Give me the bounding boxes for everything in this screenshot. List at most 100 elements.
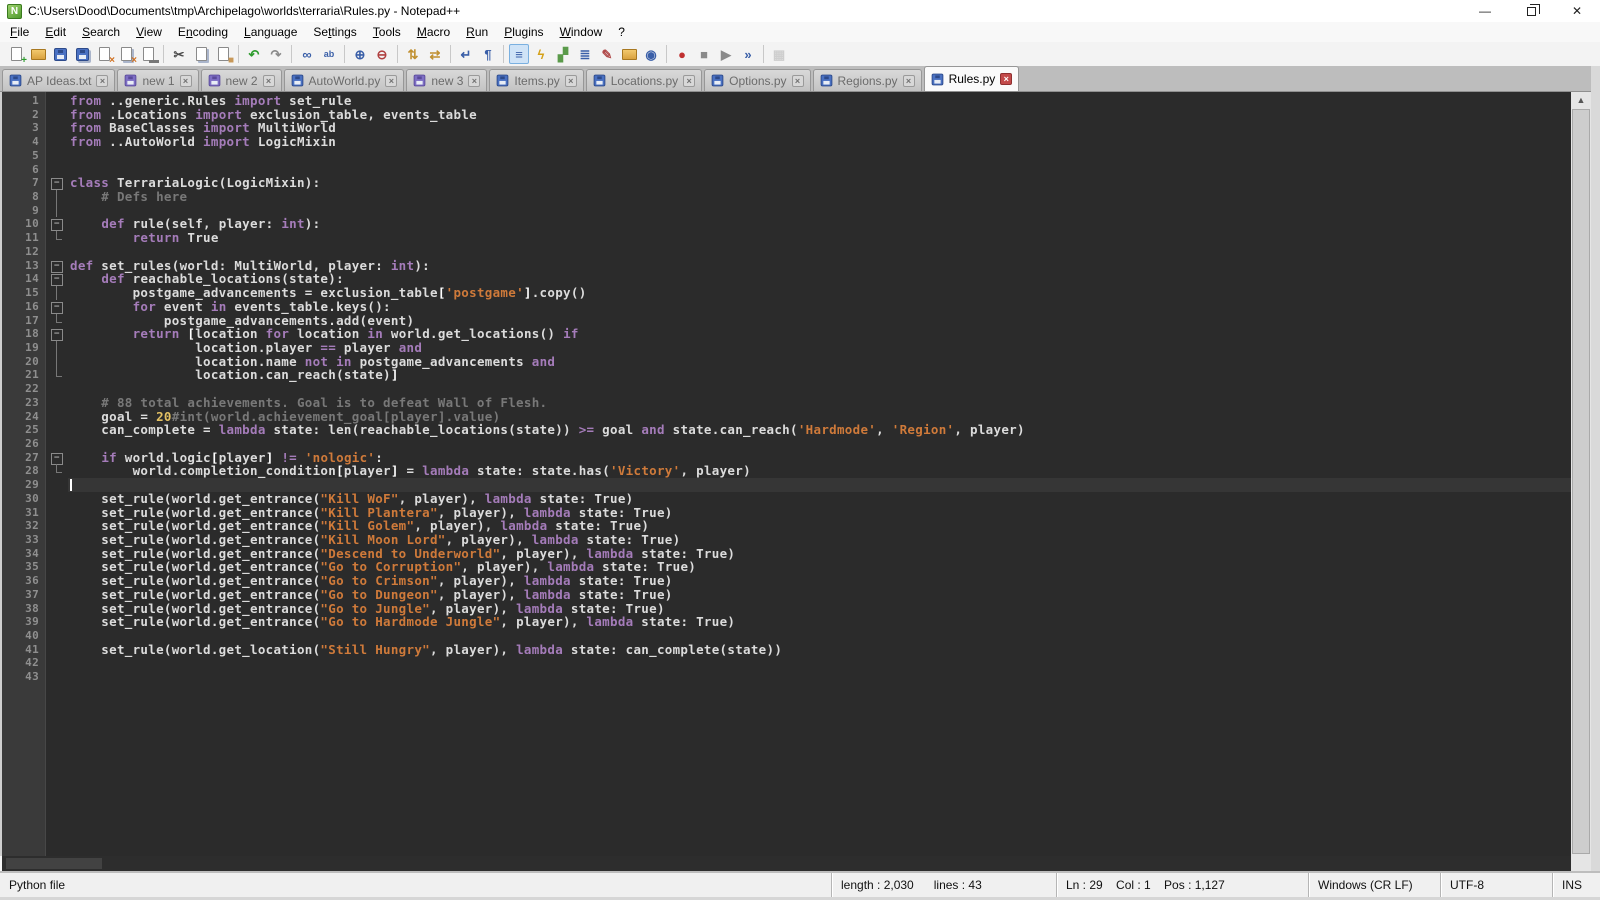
line-number[interactable]: 13 <box>2 259 46 273</box>
restore-button[interactable] <box>1508 0 1554 22</box>
tab-close-icon[interactable]: × <box>903 75 915 87</box>
line-number[interactable]: 22 <box>2 382 46 396</box>
line-number[interactable]: 9 <box>2 204 46 218</box>
line-number[interactable]: 2 <box>2 108 46 122</box>
line-number[interactable]: 28 <box>2 464 46 478</box>
replace-icon[interactable]: ab <box>319 44 339 64</box>
playback-macro-icon[interactable]: ▶ <box>716 44 736 64</box>
line-number[interactable]: 16 <box>2 300 46 314</box>
line-number[interactable]: 11 <box>2 231 46 245</box>
menu-edit[interactable]: Edit <box>37 23 74 41</box>
undo-icon[interactable]: ↶ <box>244 44 264 64</box>
save-macro-icon[interactable]: ▦ <box>769 44 789 64</box>
horizontal-scrollbar[interactable] <box>2 856 1571 871</box>
line-number[interactable]: 24 <box>2 410 46 424</box>
copy-icon[interactable] <box>191 44 211 64</box>
code-editor[interactable]: 1from ..generic.Rules import set_rule2fr… <box>0 92 1571 856</box>
tab-items-py[interactable]: Items.py× <box>489 69 583 91</box>
line-number[interactable]: 30 <box>2 492 46 506</box>
line-number[interactable]: 32 <box>2 519 46 533</box>
document-list-icon[interactable]: ≣ <box>575 44 595 64</box>
new-file-icon[interactable]: + <box>6 44 26 64</box>
redo-icon[interactable]: ↷ <box>266 44 286 64</box>
menu-language[interactable]: Language <box>236 23 305 41</box>
vertical-scrollbar[interactable]: ▲ ▼ <box>1571 92 1591 871</box>
line-number[interactable]: 19 <box>2 341 46 355</box>
fold-collapse-icon[interactable] <box>46 259 68 273</box>
tab-locations-py[interactable]: Locations.py× <box>586 69 702 91</box>
line-number[interactable]: 38 <box>2 602 46 616</box>
sync-horizontal-icon[interactable]: ⇄ <box>425 44 445 64</box>
save-icon[interactable] <box>50 44 70 64</box>
run-macro-multiple-icon[interactable]: » <box>738 44 758 64</box>
paste-icon[interactable]: ■ <box>213 44 233 64</box>
line-number[interactable]: 26 <box>2 437 46 451</box>
zoom-out-icon[interactable]: ⊖ <box>372 44 392 64</box>
menu-file[interactable]: File <box>2 23 37 41</box>
close-icon[interactable]: × <box>94 44 114 64</box>
menu-tools[interactable]: Tools <box>365 23 409 41</box>
document-map-icon[interactable]: ▞ <box>553 44 573 64</box>
line-number[interactable]: 12 <box>2 245 46 259</box>
fold-collapse-icon[interactable] <box>46 300 68 314</box>
tab-ap-ideas-txt[interactable]: AP Ideas.txt× <box>2 69 115 91</box>
line-number[interactable]: 23 <box>2 396 46 410</box>
close-all-icon[interactable]: × <box>116 44 136 64</box>
cut-icon[interactable]: ✂ <box>169 44 189 64</box>
tab-close-icon[interactable]: × <box>385 75 397 87</box>
fold-collapse-icon[interactable] <box>46 272 68 286</box>
menu-view[interactable]: View <box>128 23 170 41</box>
tab-close-icon[interactable]: × <box>565 75 577 87</box>
tab-options-py[interactable]: Options.py× <box>704 69 810 91</box>
menu-macro[interactable]: Macro <box>409 23 458 41</box>
menu-search[interactable]: Search <box>74 23 128 41</box>
line-number[interactable]: 43 <box>2 670 46 684</box>
fold-collapse-icon[interactable] <box>46 451 68 465</box>
line-number[interactable]: 10 <box>2 217 46 231</box>
sync-vertical-icon[interactable]: ⇅ <box>403 44 423 64</box>
menu-run[interactable]: Run <box>458 23 496 41</box>
line-number[interactable]: 35 <box>2 560 46 574</box>
menu-settings[interactable]: Settings <box>305 23 364 41</box>
word-wrap-icon[interactable]: ↵ <box>456 44 476 64</box>
scroll-up-arrow[interactable]: ▲ <box>1571 92 1591 109</box>
line-number[interactable]: 4 <box>2 135 46 149</box>
line-number[interactable]: 39 <box>2 615 46 629</box>
line-number[interactable]: 15 <box>2 286 46 300</box>
open-file-icon[interactable] <box>28 44 48 64</box>
horizontal-scrollbar-thumb[interactable] <box>6 858 102 869</box>
tab-new-2[interactable]: new 2× <box>201 69 282 91</box>
line-number[interactable]: 5 <box>2 149 46 163</box>
function-list-icon[interactable]: ✎ <box>597 44 617 64</box>
tab-close-icon[interactable]: × <box>792 75 804 87</box>
fold-collapse-icon[interactable] <box>46 217 68 231</box>
line-number[interactable]: 42 <box>2 656 46 670</box>
line-number[interactable]: 41 <box>2 643 46 657</box>
print-icon[interactable]: ▬ <box>138 44 158 64</box>
tab-regions-py[interactable]: Regions.py× <box>813 69 922 91</box>
fold-collapse-icon[interactable] <box>46 327 68 341</box>
line-number[interactable]: 7 <box>2 176 46 190</box>
tab-close-icon[interactable]: × <box>180 75 192 87</box>
line-number[interactable]: 18 <box>2 327 46 341</box>
tab-new-1[interactable]: new 1× <box>117 69 198 91</box>
line-number[interactable]: 20 <box>2 355 46 369</box>
line-number[interactable]: 40 <box>2 629 46 643</box>
menu-item[interactable]: ? <box>610 23 633 41</box>
define-language-icon[interactable]: ϟ <box>531 44 551 64</box>
find-icon[interactable]: ∞ <box>297 44 317 64</box>
line-number[interactable]: 31 <box>2 506 46 520</box>
menu-encoding[interactable]: Encoding <box>170 23 236 41</box>
indent-guide-icon[interactable]: ≡ <box>509 44 529 64</box>
line-number[interactable]: 25 <box>2 423 46 437</box>
line-number[interactable]: 3 <box>2 121 46 135</box>
line-number[interactable]: 6 <box>2 163 46 177</box>
line-number[interactable]: 17 <box>2 314 46 328</box>
line-number[interactable]: 29 <box>2 478 46 492</box>
line-number[interactable]: 8 <box>2 190 46 204</box>
line-number[interactable]: 14 <box>2 272 46 286</box>
line-number[interactable]: 34 <box>2 547 46 561</box>
line-number[interactable]: 1 <box>2 94 46 108</box>
tab-rules-py[interactable]: Rules.py× <box>924 66 1020 91</box>
tab-close-icon[interactable]: × <box>96 75 108 87</box>
